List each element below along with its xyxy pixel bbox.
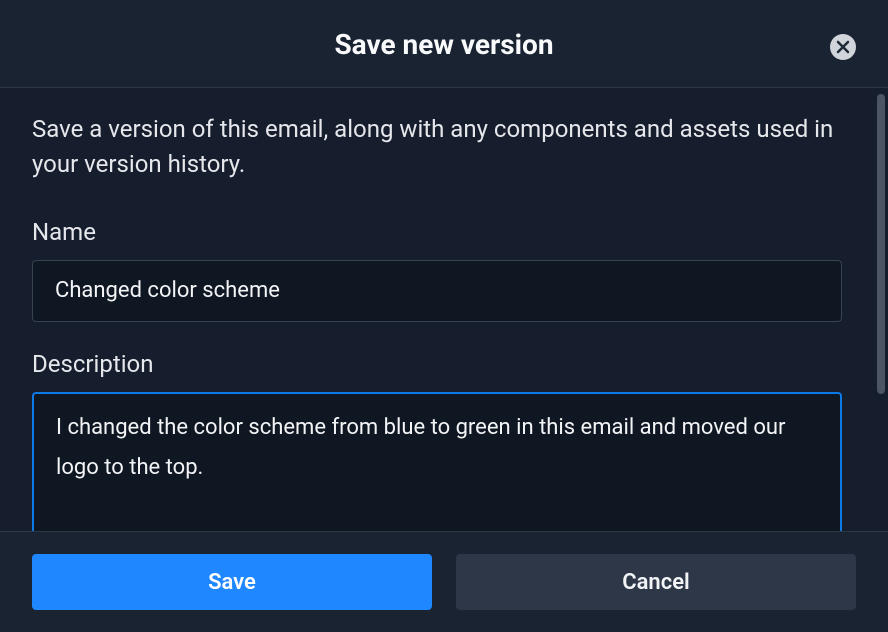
save-version-modal: Save new version Save a version of this …: [0, 0, 888, 632]
name-field-group: Name: [32, 218, 842, 322]
modal-body-wrapper: Save a version of this email, along with…: [0, 88, 888, 531]
save-button[interactable]: Save: [32, 554, 432, 610]
modal-title: Save new version: [32, 28, 856, 61]
description-input[interactable]: [32, 392, 842, 531]
modal-body: Save a version of this email, along with…: [0, 88, 874, 531]
description-label: Description: [32, 350, 842, 378]
modal-header: Save new version: [0, 0, 888, 88]
scrollbar-track[interactable]: [874, 88, 888, 531]
close-icon: [836, 40, 850, 54]
cancel-button[interactable]: Cancel: [456, 554, 856, 610]
name-label: Name: [32, 218, 842, 246]
description-field-group: Description: [32, 350, 842, 531]
scrollbar-thumb[interactable]: [877, 94, 885, 394]
intro-text: Save a version of this email, along with…: [32, 112, 842, 182]
close-button[interactable]: [830, 34, 856, 60]
modal-footer: Save Cancel: [0, 531, 888, 632]
name-input[interactable]: [32, 260, 842, 322]
